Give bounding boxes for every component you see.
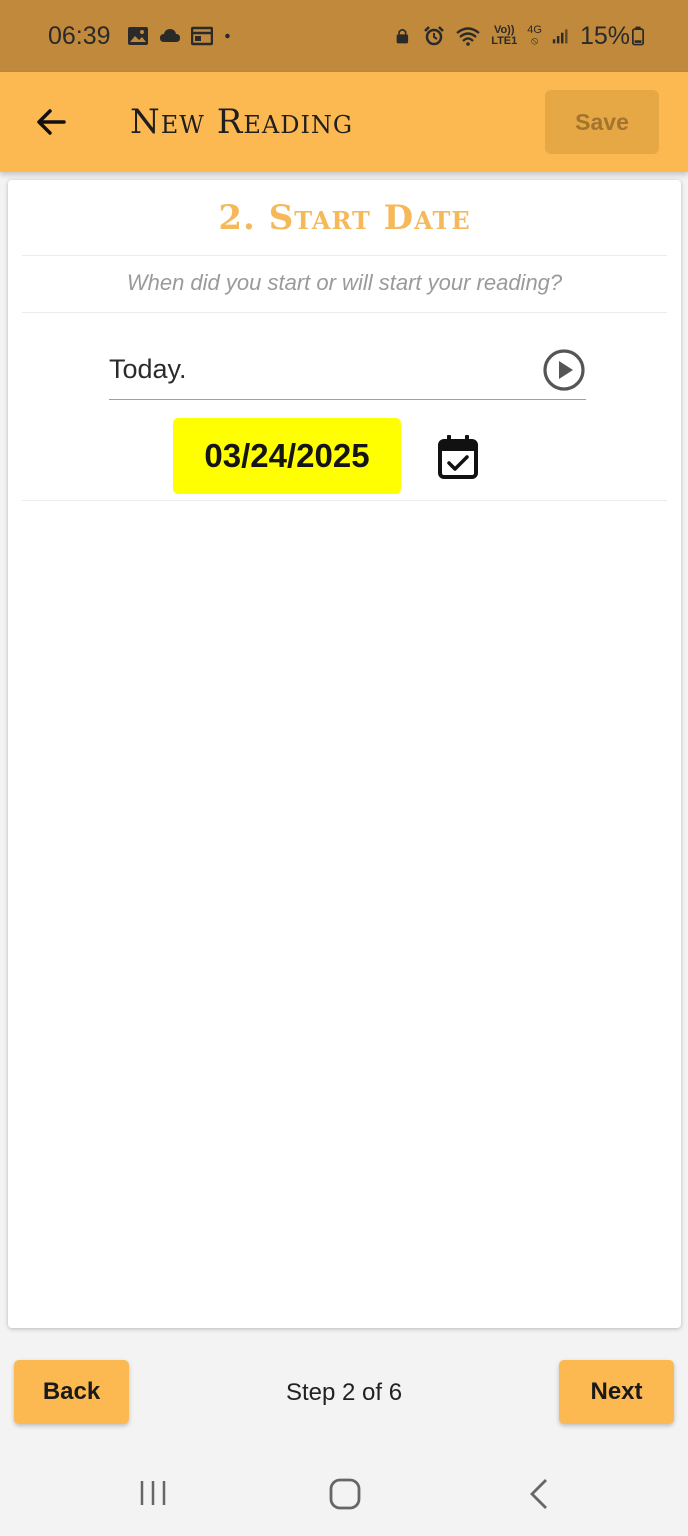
wifi-icon <box>456 27 480 46</box>
recent-apps-icon[interactable] <box>138 1478 168 1508</box>
divider <box>22 500 667 501</box>
alarm-icon <box>424 26 445 46</box>
home-icon[interactable] <box>329 1478 361 1510</box>
status-right: Vo)) LTE1 4G ⦸ 15% <box>395 22 644 51</box>
system-nav-bar <box>0 1450 688 1536</box>
battery-percent: 15% <box>579 21 630 50</box>
cloud-icon <box>159 29 180 42</box>
back-arrow-icon[interactable] <box>32 102 72 142</box>
step-card: 2. Start Date When did you start or will… <box>8 180 681 1328</box>
step-subtitle: When did you start or will start your re… <box>126 270 563 295</box>
network-type-indicator: Vo)) LTE1 <box>491 25 517 47</box>
save-button[interactable]: Save <box>545 90 659 154</box>
status-bar: 06:39 Vo)) LTE1 4G ⦸ 15% <box>0 0 688 72</box>
status-time: 06:39 <box>48 21 111 50</box>
battery-icon <box>632 26 644 46</box>
wizard-footer: Back Step 2 of 6 Next <box>0 1334 688 1450</box>
next-button[interactable]: Next <box>559 1360 674 1424</box>
page-title: New Reading <box>130 102 354 142</box>
calendar-notification-icon <box>190 26 213 46</box>
divider <box>22 255 667 256</box>
gallery-icon <box>127 27 148 45</box>
start-date-value[interactable]: 03/24/2025 <box>173 418 401 494</box>
today-label: Today. <box>109 354 187 384</box>
no-data-icon: ⦸ <box>531 35 539 47</box>
step-title: 2. Start Date <box>218 198 471 238</box>
app-bar: New Reading Save <box>0 72 688 172</box>
dot-icon <box>224 33 230 39</box>
signal-icon <box>552 29 568 44</box>
lock-icon <box>396 29 409 44</box>
calendar-check-icon[interactable] <box>436 434 480 480</box>
today-field[interactable]: Today. <box>109 340 586 400</box>
system-back-icon[interactable] <box>528 1478 550 1510</box>
status-left: 06:39 <box>48 22 237 51</box>
lte-label: LTE1 <box>491 35 518 47</box>
network-4g-indicator: 4G ⦸ <box>527 25 542 47</box>
play-circle-icon[interactable] <box>542 348 586 392</box>
divider <box>22 312 667 313</box>
